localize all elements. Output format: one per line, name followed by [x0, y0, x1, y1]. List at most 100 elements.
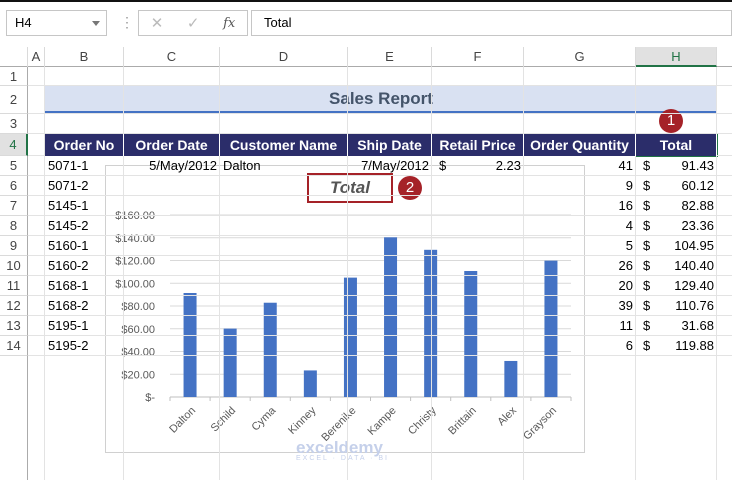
header-cell[interactable]: Retail Price: [432, 134, 524, 156]
total-cell[interactable]: 140.40: [656, 256, 717, 276]
header-cell[interactable]: Total: [636, 134, 717, 156]
row-header-14[interactable]: 14: [0, 336, 28, 356]
column-header-H[interactable]: H: [636, 47, 717, 67]
row-header-6[interactable]: 6: [0, 176, 28, 196]
header-cell[interactable]: Order Date: [124, 134, 220, 156]
currency-symbol: $: [439, 158, 447, 173]
insert-function-icon[interactable]: fx: [223, 16, 235, 31]
bar-brittain: [464, 271, 478, 397]
total-cell[interactable]: 60.12: [656, 176, 717, 196]
header-cell[interactable]: Order Quantity: [524, 134, 636, 156]
y-tick-label: $60.00: [121, 324, 155, 336]
gridline: [431, 67, 432, 480]
price-cell[interactable]: 2.23: [456, 156, 524, 176]
gridline: [28, 113, 732, 114]
header-cell[interactable]: Ship Date: [348, 134, 432, 156]
y-tick-label: $40.00: [121, 347, 155, 359]
bar-kampe: [384, 237, 398, 397]
formula-buttons: ✕ ✓ fx: [138, 10, 248, 36]
bar-kinney: [303, 370, 317, 397]
select-all-corner[interactable]: [0, 47, 28, 67]
quantity-cell[interactable]: 4: [524, 216, 636, 236]
gridline: [219, 67, 220, 480]
row-header-3[interactable]: 3: [0, 114, 28, 134]
quantity-cell[interactable]: 41: [524, 156, 636, 176]
more-icon: ⋮: [120, 14, 134, 30]
order-no-cell[interactable]: 5168-2: [45, 296, 124, 316]
row-header-13[interactable]: 13: [0, 316, 28, 336]
bar-dalton: [183, 292, 197, 397]
x-tick-label: Schild: [209, 405, 239, 435]
x-tick-label: Dalton: [167, 405, 198, 436]
chevron-down-icon[interactable]: [92, 21, 100, 26]
quantity-cell[interactable]: 39: [524, 296, 636, 316]
header-cell[interactable]: Customer Name: [220, 134, 348, 156]
column-header-F[interactable]: F: [432, 47, 524, 67]
order-no-cell[interactable]: 5160-1: [45, 236, 124, 256]
row-header-10[interactable]: 10: [0, 256, 28, 276]
name-box[interactable]: H4: [6, 10, 107, 36]
row-header-4[interactable]: 4: [0, 134, 28, 156]
customer-cell[interactable]: Dalton: [220, 156, 348, 176]
header-cell[interactable]: Order No: [45, 134, 124, 156]
quantity-cell[interactable]: 5: [524, 236, 636, 256]
order-no-cell[interactable]: 5071-2: [45, 176, 124, 196]
cancel-icon[interactable]: ✕: [151, 14, 164, 32]
row-header-12[interactable]: 12: [0, 296, 28, 316]
row-header-7[interactable]: 7: [0, 196, 28, 216]
total-cell[interactable]: 104.95: [656, 236, 717, 256]
y-tick-label: $80.00: [121, 301, 155, 313]
quantity-cell[interactable]: 11: [524, 316, 636, 336]
enter-icon[interactable]: ✓: [187, 14, 200, 32]
ship-date-cell[interactable]: 7/May/2012: [348, 156, 432, 176]
column-header-C[interactable]: C: [124, 47, 220, 67]
x-tick-label: Cyma: [250, 404, 279, 433]
order-no-cell[interactable]: 5195-1: [45, 316, 124, 336]
x-tick-label: Christy: [406, 404, 439, 437]
column-header-A[interactable]: A: [28, 47, 45, 67]
order-no-cell[interactable]: 5145-1: [45, 196, 124, 216]
bar-chart[interactable]: Total 2 $- $20.00 $40.00 $60.00 $80.00 $100.0…: [105, 165, 585, 462]
column-headers: ABCDEFGH: [0, 47, 732, 67]
column-header-B[interactable]: B: [45, 47, 124, 67]
order-no-cell[interactable]: 5160-2: [45, 256, 124, 276]
total-cell[interactable]: 91.43: [656, 156, 717, 176]
order-no-cell[interactable]: 5195-2: [45, 336, 124, 356]
row-header-8[interactable]: 8: [0, 216, 28, 236]
order-no-cell[interactable]: 5071-1: [45, 156, 124, 176]
y-tick-label: $-: [145, 392, 155, 404]
gridline: [28, 85, 732, 86]
order-no-cell[interactable]: 5145-2: [45, 216, 124, 236]
total-cell[interactable]: 129.40: [656, 276, 717, 296]
x-tick-label: Kinney: [286, 404, 319, 437]
row-header-2[interactable]: 2: [0, 86, 28, 114]
total-cell[interactable]: 31.68: [656, 316, 717, 336]
bar-schild: [223, 328, 237, 397]
report-title: Sales Report: [45, 86, 717, 114]
column-header-D[interactable]: D: [220, 47, 348, 67]
x-tick-label: Brittain: [446, 405, 479, 438]
total-cell[interactable]: 82.88: [656, 196, 717, 216]
order-no-cell[interactable]: 5168-1: [45, 276, 124, 296]
row-header-9[interactable]: 9: [0, 236, 28, 256]
quantity-cell[interactable]: 6: [524, 336, 636, 356]
row-header-11[interactable]: 11: [0, 276, 28, 296]
quantity-cell[interactable]: 20: [524, 276, 636, 296]
y-tick-label: $20.00: [121, 369, 155, 381]
total-cell[interactable]: 110.76: [656, 296, 717, 316]
name-box-value: H4: [15, 15, 32, 30]
column-header-E[interactable]: E: [348, 47, 432, 67]
row-header-5[interactable]: 5: [0, 156, 28, 176]
total-cell[interactable]: 23.36: [656, 216, 717, 236]
quantity-cell[interactable]: 16: [524, 196, 636, 216]
gridline: [347, 67, 348, 480]
order-date-cell[interactable]: 5/May/2012: [124, 156, 220, 176]
row-header-1[interactable]: 1: [0, 67, 28, 86]
quantity-cell[interactable]: 9: [524, 176, 636, 196]
x-tick-label: Kampe: [366, 405, 399, 438]
total-cell[interactable]: 119.88: [656, 336, 717, 356]
formula-input[interactable]: Total: [251, 10, 732, 36]
watermark-logo: exceldemy EXCEL · DATA · BI: [296, 438, 389, 462]
column-header-G[interactable]: G: [524, 47, 636, 67]
quantity-cell[interactable]: 26: [524, 256, 636, 276]
